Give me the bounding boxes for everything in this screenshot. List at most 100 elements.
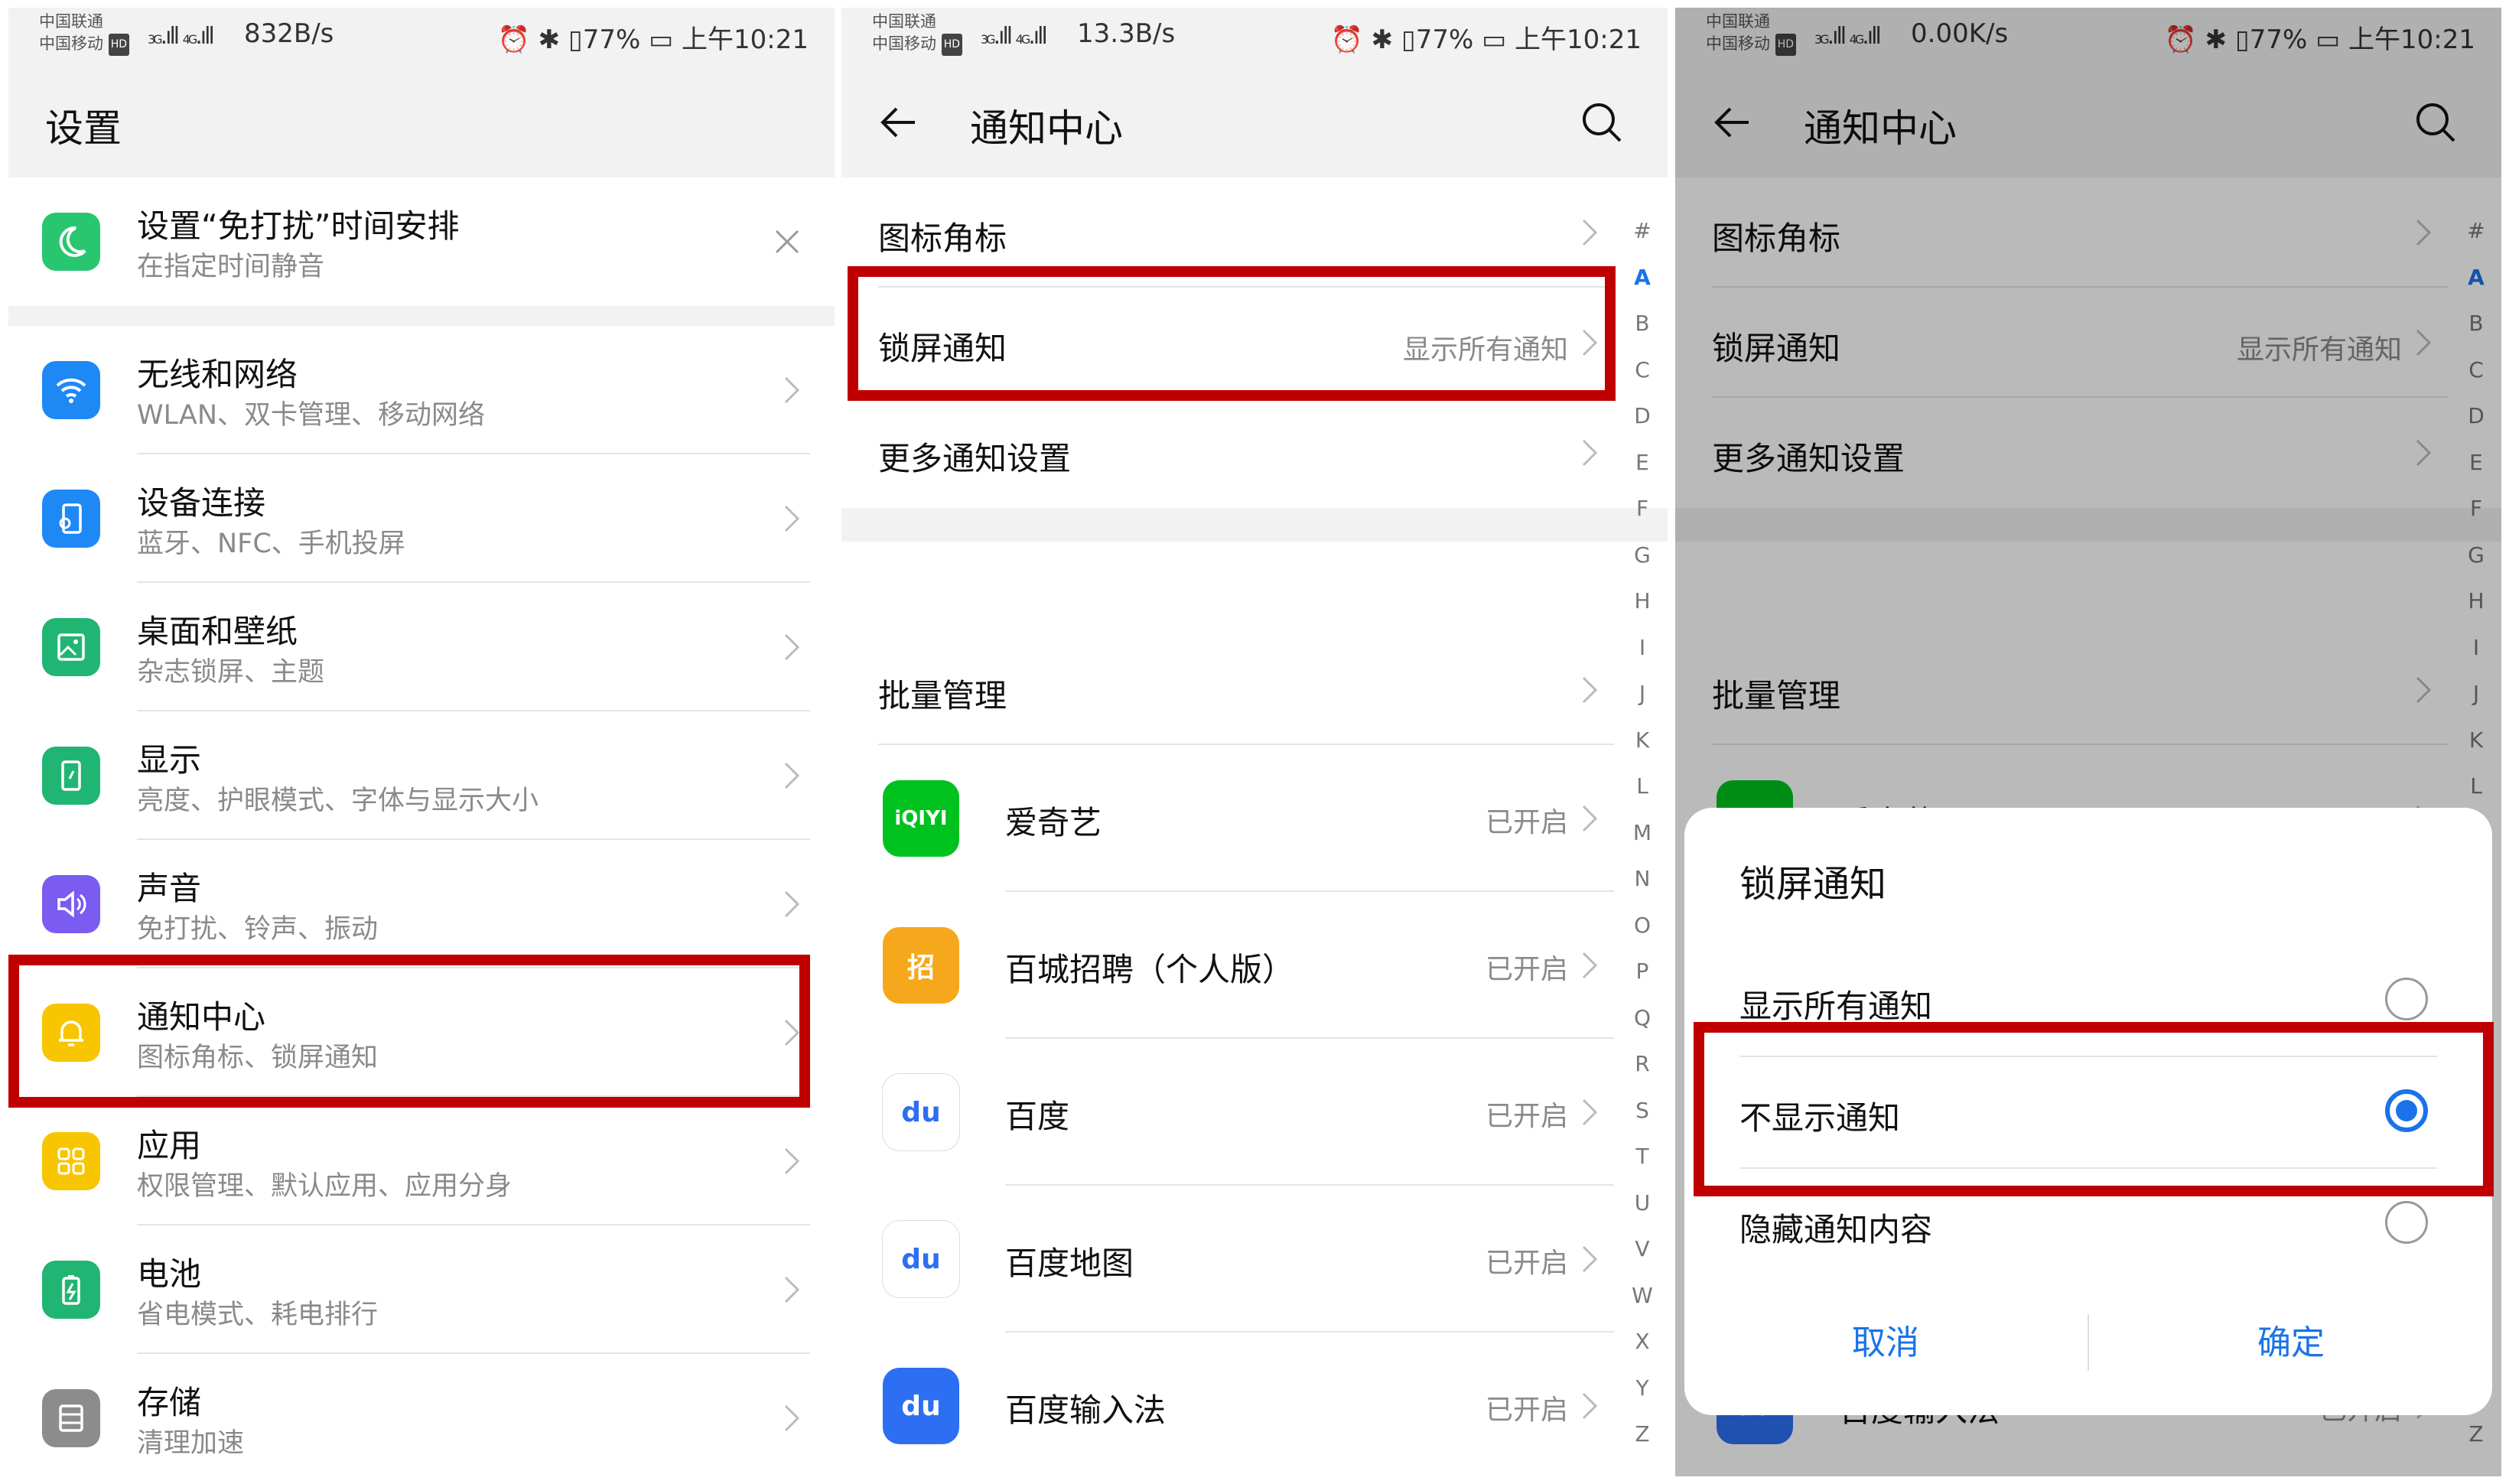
settings-item[interactable]: 显示 亮度、护眼模式、字体与显示大小: [8, 711, 835, 840]
settings-item[interactable]: 声音免打扰、铃声、振动: [8, 840, 835, 968]
highlight-hide-notifications: [1694, 1022, 2494, 1196]
close-icon[interactable]: [770, 225, 804, 259]
wallpaper-icon: [42, 618, 100, 676]
index-letter[interactable]: L: [1623, 763, 1661, 810]
settings-item[interactable]: 应用 权限管理、默认应用、应用分身: [8, 1097, 835, 1225]
settings-item-subtitle: 省电模式、耗电排行: [137, 1300, 379, 1330]
radio-button[interactable]: [2385, 1201, 2428, 1244]
alphabet-index[interactable]: #ABCDEFGHIJKLMNOPQRSTUVWXYZ: [1623, 208, 1661, 1458]
dnd-schedule-suggestion[interactable]: 设置“免打扰”时间安排 在指定时间静音: [8, 177, 835, 306]
back-arrow-icon[interactable]: [875, 99, 921, 145]
index-letter[interactable]: Q: [1623, 995, 1661, 1042]
app-notification-row[interactable]: du 百度地图 已开启: [841, 1186, 1614, 1333]
index-letter[interactable]: T: [1623, 1134, 1661, 1180]
apps-icon: [42, 1132, 100, 1190]
batch-management-row[interactable]: 批量管理: [841, 635, 1614, 745]
app-notification-status: 已开启: [1485, 1248, 1568, 1279]
app-name: 百度输入法: [1005, 1391, 1167, 1429]
app-notification-status: 已开启: [1485, 954, 1568, 985]
settings-item[interactable]: 无线和网络 WLAN、双卡管理、移动网络: [8, 326, 835, 454]
chevron-right-icon: [1582, 1098, 1598, 1126]
settings-item[interactable]: 存储 清理加速: [8, 1354, 835, 1476]
settings-item-title: 显示: [137, 741, 202, 779]
index-letter[interactable]: F: [1623, 486, 1661, 532]
index-letter[interactable]: O: [1623, 903, 1661, 949]
chevron-right-icon: [784, 376, 800, 404]
more-notification-settings-row[interactable]: 更多通知设置: [841, 398, 1614, 508]
chevron-right-icon: [1582, 439, 1598, 467]
index-letter[interactable]: K: [1623, 718, 1661, 764]
page-title: 通知中心: [970, 106, 1123, 151]
settings-item-title: 无线和网络: [137, 356, 298, 393]
index-letter[interactable]: S: [1623, 1088, 1661, 1134]
app-notification-row[interactable]: iQIYI 爱奇艺 已开启: [841, 745, 1614, 892]
index-letter[interactable]: X: [1623, 1319, 1661, 1365]
index-letter[interactable]: N: [1623, 856, 1661, 903]
status-bar: 中国联通 中国移动 HD 3G.ıll 4G.ıll 13.3B/s ⏰ ✱ ▯7…: [841, 8, 1668, 69]
index-letter[interactable]: J: [1623, 671, 1661, 718]
baidu-input-icon: du: [883, 1368, 959, 1444]
chevron-right-icon: [1582, 952, 1598, 979]
chevron-right-icon: [1582, 1392, 1598, 1420]
index-letter[interactable]: P: [1623, 949, 1661, 995]
carrier-1: 中国联通: [39, 12, 103, 31]
notification-center-screen: 中国联通 中国移动 HD 3G.ıll 4G.ıll 13.3B/s ⏰ ✱ ▯7…: [841, 8, 1668, 1476]
signal-icons: 3G.ıll 4G.ıll: [981, 23, 1048, 50]
settings-item-subtitle: 免打扰、铃声、振动: [137, 914, 379, 945]
app-name: 爱奇艺: [1005, 804, 1102, 841]
index-letter[interactable]: #: [1623, 208, 1661, 255]
option-label: 显示所有通知: [1739, 988, 1933, 1025]
index-letter[interactable]: C: [1623, 347, 1661, 394]
baidu-icon: du: [883, 1074, 959, 1150]
dnd-title: 设置“免打扰”时间安排: [137, 207, 460, 245]
moon-icon: [42, 213, 100, 271]
index-letter[interactable]: Y: [1623, 1365, 1661, 1412]
search-icon[interactable]: [1579, 99, 1625, 145]
index-letter[interactable]: V: [1623, 1226, 1661, 1273]
index-letter[interactable]: R: [1623, 1041, 1661, 1088]
baidu-map-icon: du: [883, 1221, 959, 1297]
settings-item[interactable]: 设备连接 蓝牙、NFC、手机投屏: [8, 454, 835, 583]
index-letter[interactable]: E: [1623, 440, 1661, 487]
settings-item[interactable]: 电池省电模式、耗电排行: [8, 1225, 835, 1354]
highlight-lock-screen-notification: [848, 266, 1616, 401]
cancel-button[interactable]: 取消: [1684, 1297, 2087, 1389]
index-letter[interactable]: D: [1623, 393, 1661, 440]
app-notification-row[interactable]: 招 百城招聘（个人版） 已开启: [841, 892, 1614, 1039]
index-letter[interactable]: U: [1623, 1180, 1661, 1227]
status-right: ⏰ ✱ ▯77% ▭ 上午10:21: [498, 18, 809, 56]
radio-button[interactable]: [2385, 978, 2428, 1020]
hd-badge: HD: [108, 33, 129, 56]
index-letter[interactable]: M: [1623, 810, 1661, 857]
battery-icon: ▭: [649, 24, 674, 55]
index-letter[interactable]: A: [1623, 255, 1661, 301]
dnd-subtitle: 在指定时间静音: [137, 252, 325, 282]
status-right: ⏰ ✱ ▯77% ▭ 上午10:21: [1331, 18, 1642, 56]
index-letter[interactable]: Z: [1623, 1411, 1661, 1458]
device-connection-icon: [42, 490, 100, 548]
carrier-2: 中国移动: [872, 34, 936, 53]
chevron-right-icon: [784, 890, 800, 918]
settings-item-title: 设备连接: [137, 484, 266, 522]
index-letter[interactable]: W: [1623, 1273, 1661, 1320]
title-bar: 设置: [8, 69, 835, 177]
confirm-button[interactable]: 确定: [2090, 1297, 2492, 1389]
settings-item-subtitle: 清理加速: [137, 1428, 245, 1459]
settings-item[interactable]: 桌面和壁纸 杂志锁屏、主题: [8, 583, 835, 711]
app-notification-row[interactable]: du 百度 已开启: [841, 1039, 1614, 1186]
chevron-right-icon: [784, 633, 800, 661]
network-speed: 13.3B/s: [1077, 18, 1176, 49]
index-letter[interactable]: H: [1623, 578, 1661, 625]
hd-badge: HD: [941, 33, 962, 56]
batch-management-label: 批量管理: [878, 677, 1007, 714]
title-bar: 通知中心: [841, 69, 1668, 177]
app-notification-row[interactable]: du 百度输入法 已开启: [841, 1333, 1614, 1476]
settings-item-title: 声音: [137, 870, 202, 907]
index-letter[interactable]: B: [1623, 301, 1661, 347]
index-letter[interactable]: I: [1623, 625, 1661, 672]
settings-item-title: 电池: [137, 1255, 202, 1293]
app-notification-status: 已开启: [1485, 1101, 1568, 1132]
index-letter[interactable]: G: [1623, 532, 1661, 579]
page-title: 设置: [45, 106, 122, 151]
app-notification-status: 已开启: [1485, 807, 1568, 838]
